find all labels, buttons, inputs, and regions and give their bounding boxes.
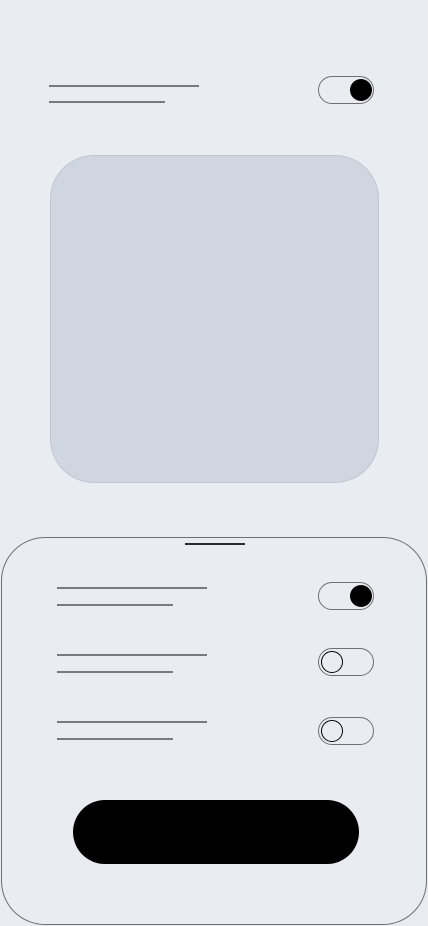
settings-item-subtitle-line xyxy=(57,738,173,740)
settings-item-subtitle-line xyxy=(57,671,173,673)
settings-bottom-sheet xyxy=(1,537,427,925)
toggle-knob xyxy=(320,650,343,673)
header-setting-title-line xyxy=(49,85,199,87)
settings-item-title-line xyxy=(57,654,207,656)
settings-item-title-line xyxy=(57,587,207,589)
sheet-grabber-handle[interactable] xyxy=(185,543,245,545)
settings-item-subtitle-line xyxy=(57,604,173,606)
toggle-knob xyxy=(320,719,343,742)
toggle-knob xyxy=(349,584,372,607)
header-setting-subtitle-line xyxy=(49,101,165,103)
settings-item-title-line xyxy=(57,721,207,723)
header-setting-toggle[interactable] xyxy=(318,76,374,104)
primary-action-button[interactable] xyxy=(73,800,359,864)
toggle-knob xyxy=(349,78,372,101)
settings-item-toggle[interactable] xyxy=(318,648,374,676)
settings-item-toggle[interactable] xyxy=(318,717,374,745)
settings-item-toggle[interactable] xyxy=(318,582,374,610)
image-placeholder xyxy=(50,155,379,483)
